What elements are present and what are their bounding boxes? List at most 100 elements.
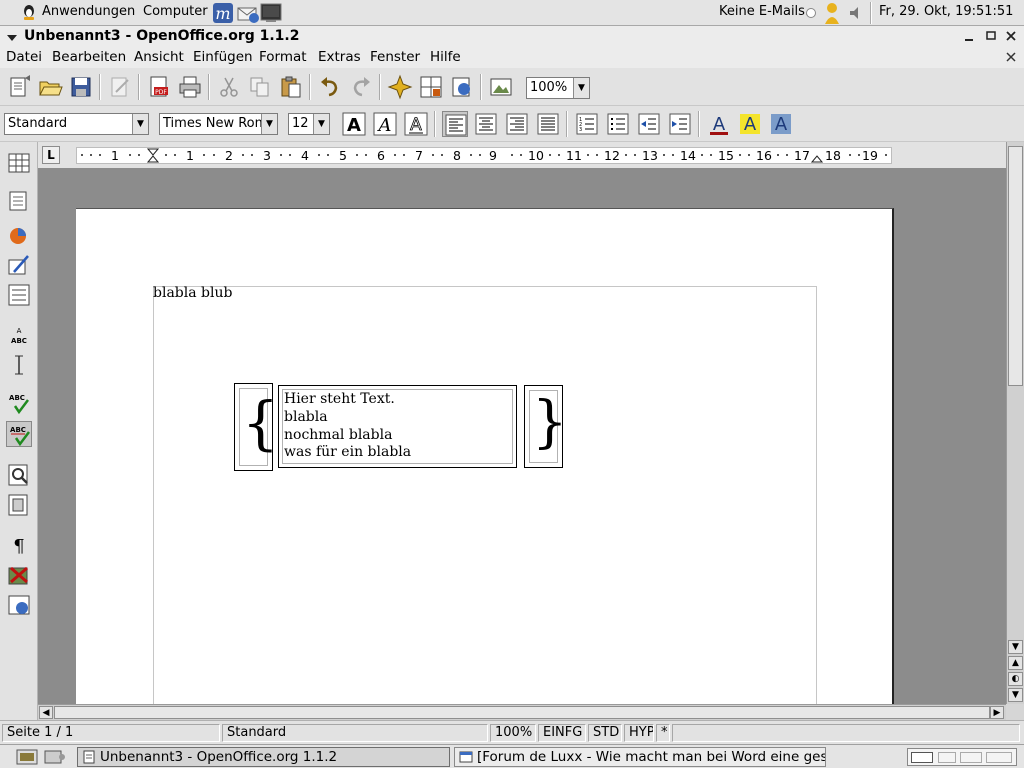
taskbar-item-browser[interactable]: [Forum de Luxx - Wie macht man bei Word …	[454, 747, 826, 767]
frame-text-line[interactable]: nochmal blabla	[284, 427, 392, 443]
status-style[interactable]: Standard	[222, 724, 488, 742]
document-area[interactable]: blabla blub { Hier steht Text. blabla no…	[38, 168, 1006, 704]
vertical-scrollbar[interactable]: ▼ ▲ ◐ ▼	[1006, 142, 1024, 704]
text-frame[interactable]: Hier steht Text. blabla nochmal blabla w…	[278, 385, 517, 468]
font-size-combo[interactable]: 12 ▼	[288, 113, 330, 135]
right-brace-frame[interactable]: }	[524, 385, 568, 468]
menu-hilfe[interactable]: Hilfe	[430, 49, 461, 65]
horizontal-scrollbar[interactable]: ◀ ▶	[38, 704, 1006, 720]
document-first-line[interactable]: blabla blub	[153, 285, 232, 301]
workspace-2[interactable]	[938, 752, 956, 763]
taskbar-item-writer[interactable]: Unbenannt3 - OpenOffice.org 1.1.2	[77, 747, 450, 767]
mandrake-icon[interactable]: m	[212, 2, 234, 24]
highlight-icon[interactable]: A	[737, 111, 763, 137]
redo-icon[interactable]	[348, 74, 374, 100]
computer-menu[interactable]: Computer	[143, 4, 208, 19]
show-desktop-icon[interactable]	[16, 748, 38, 766]
workspace-switcher[interactable]	[907, 748, 1017, 766]
next-page-icon[interactable]: ▼	[1008, 688, 1023, 702]
insert-object-icon[interactable]	[6, 222, 32, 248]
close-document-button[interactable]	[1004, 50, 1018, 64]
indent-marker-icon[interactable]	[146, 148, 160, 163]
menu-einfuegen[interactable]: Einfügen	[193, 49, 253, 65]
data-sources-icon[interactable]	[6, 492, 32, 518]
menu-datei[interactable]: Datei	[6, 49, 42, 65]
left-brace-frame[interactable]: {	[234, 383, 279, 471]
status-selection-mode[interactable]: STD	[588, 724, 622, 742]
nonprinting-characters-icon[interactable]: ¶	[6, 532, 32, 558]
vertical-scroll-thumb[interactable]	[1008, 146, 1023, 386]
close-window-button[interactable]	[1004, 29, 1018, 43]
increase-indent-icon[interactable]	[667, 111, 693, 137]
menu-format[interactable]: Format	[259, 49, 307, 65]
bullets-icon[interactable]	[605, 111, 631, 137]
draw-functions-icon[interactable]	[6, 252, 32, 278]
user-icon[interactable]	[822, 2, 842, 24]
zoom-combo[interactable]: 100% ▼	[526, 77, 590, 99]
frame-text-line[interactable]: was für ein blabla	[284, 444, 411, 460]
menu-ansicht[interactable]: Ansicht	[134, 49, 184, 65]
font-size-dropdown-icon[interactable]: ▼	[313, 114, 329, 134]
cut-icon[interactable]	[216, 74, 242, 100]
tab-stop-selector[interactable]: L	[42, 146, 60, 164]
mail-status[interactable]: Keine E-Mails.	[719, 4, 809, 19]
document-page[interactable]: blabla blub { Hier steht Text. blabla no…	[76, 208, 894, 704]
export-pdf-icon[interactable]: PDF	[146, 74, 172, 100]
align-right-icon[interactable]	[504, 111, 530, 137]
open-folder-icon[interactable]	[37, 74, 63, 100]
frame-text-line[interactable]: Hier steht Text.	[284, 391, 395, 407]
text-autocomplete-icon[interactable]: A ABC	[6, 322, 32, 348]
find-replace-icon[interactable]	[6, 462, 32, 488]
text-cursor-icon[interactable]	[6, 352, 32, 378]
workspace-4[interactable]	[986, 752, 1012, 763]
volume-icon[interactable]	[848, 5, 864, 21]
menu-extras[interactable]: Extras	[318, 49, 361, 65]
align-left-icon[interactable]	[442, 111, 468, 137]
justify-icon[interactable]	[535, 111, 561, 137]
workspace-1[interactable]	[911, 752, 933, 763]
new-document-icon[interactable]	[6, 74, 32, 100]
save-icon[interactable]	[68, 74, 94, 100]
online-layout-icon[interactable]	[6, 592, 32, 618]
right-indent-marker-icon[interactable]	[810, 148, 824, 163]
workspace-3[interactable]	[960, 752, 982, 763]
form-functions-icon[interactable]	[6, 282, 32, 308]
font-name-dropdown-icon[interactable]: ▼	[261, 114, 277, 134]
paragraph-style-combo[interactable]: Standard ▼	[4, 113, 149, 135]
autospellcheck-icon[interactable]: ABC	[6, 421, 32, 447]
insert-table-icon[interactable]	[6, 150, 32, 176]
minimize-button[interactable]	[962, 29, 976, 43]
gnome-foot-icon[interactable]	[20, 3, 38, 21]
spellcheck-icon[interactable]: ABC	[6, 390, 32, 416]
copy-icon[interactable]	[247, 74, 273, 100]
scroll-right-icon[interactable]: ▶	[990, 706, 1004, 719]
stylist-icon[interactable]	[418, 74, 444, 100]
graphics-off-icon[interactable]	[6, 562, 32, 588]
insert-image-icon[interactable]	[488, 74, 514, 100]
scroll-down-icon[interactable]: ▼	[1008, 640, 1023, 654]
font-name-combo[interactable]: Times New Roman ▼	[159, 113, 278, 135]
status-insert-mode[interactable]: EINFG	[538, 724, 586, 742]
italic-icon[interactable]: A	[372, 111, 398, 137]
terminal-launcher-icon[interactable]	[260, 3, 282, 23]
status-zoom[interactable]: 100%	[490, 724, 536, 742]
menu-bearbeiten[interactable]: Bearbeiten	[52, 49, 126, 65]
window-title-bar[interactable]: Unbenannt3 - OpenOffice.org 1.1.2	[0, 26, 1024, 48]
navigator-icon[interactable]	[387, 74, 413, 100]
applications-menu[interactable]: Anwendungen	[42, 4, 135, 19]
panel-clock[interactable]: Fr, 29. Okt, 19:51:51	[879, 4, 1013, 19]
maximize-button[interactable]	[984, 29, 998, 43]
status-hyperlink-mode[interactable]: HYP	[624, 724, 654, 742]
mail-launcher-icon[interactable]	[236, 2, 260, 24]
undo-icon[interactable]	[317, 74, 343, 100]
decrease-indent-icon[interactable]	[636, 111, 662, 137]
bold-icon[interactable]: A	[341, 111, 367, 137]
numbering-icon[interactable]: 123	[574, 111, 600, 137]
underline-icon[interactable]: A	[403, 111, 429, 137]
navigation-icon[interactable]: ◐	[1008, 672, 1023, 686]
scroll-left-icon[interactable]: ◀	[39, 706, 53, 719]
print-icon[interactable]	[177, 74, 203, 100]
align-center-icon[interactable]	[473, 111, 499, 137]
frame-text-line[interactable]: blabla	[284, 409, 328, 425]
previous-page-icon[interactable]: ▲	[1008, 656, 1023, 670]
